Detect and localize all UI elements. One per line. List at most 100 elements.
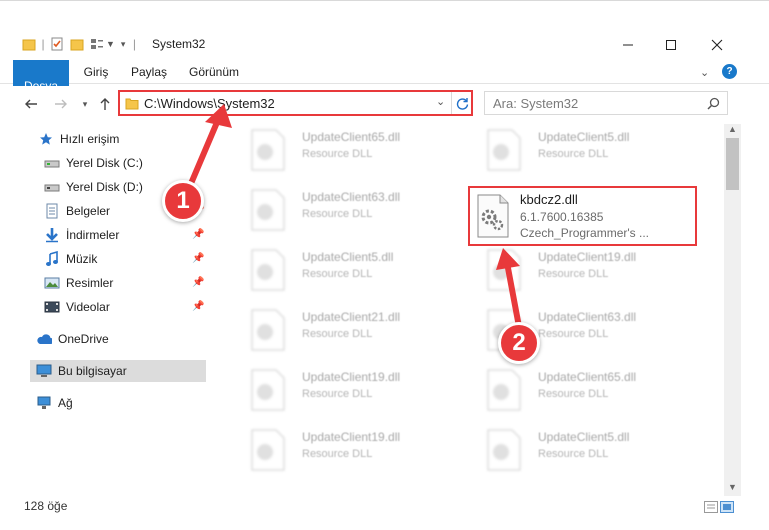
nav-item-videos[interactable]: Videolar	[44, 296, 194, 318]
pin-icon[interactable]: 📌	[192, 253, 204, 264]
nav-item-label: Ağ	[58, 396, 73, 410]
dll-file-icon	[477, 194, 509, 238]
network-icon	[36, 395, 52, 411]
drive-icon	[44, 155, 60, 171]
file-type: Resource DLL	[538, 388, 609, 400]
nav-item-downloads[interactable]: İndirmeler	[44, 224, 194, 246]
vertical-scrollbar[interactable]: ▲ ▼	[724, 124, 741, 496]
cloud-icon	[36, 331, 52, 347]
separator: |	[41, 37, 45, 51]
list-item[interactable]: UpdateClient65.dll Resource DLL	[466, 364, 696, 416]
search-placeholder: Ara: System32	[493, 96, 579, 111]
file-description: Czech_Programmer's ...	[520, 226, 649, 240]
address-path: C:\Windows\System32	[144, 96, 275, 111]
pin-icon[interactable]: 📌	[192, 229, 204, 240]
file-version: 6.1.7600.16385	[520, 210, 604, 224]
nav-item-onedrive[interactable]: OneDrive	[36, 328, 196, 350]
search-icon[interactable]	[707, 97, 720, 110]
list-item[interactable]: UpdateClient21.dll Resource DLL	[230, 304, 460, 356]
refresh-icon[interactable]	[456, 97, 469, 110]
tab-share[interactable]: Paylaş	[126, 60, 172, 84]
dll-file-icon	[487, 429, 521, 471]
folder-icon	[22, 39, 36, 51]
dll-file-icon	[251, 249, 285, 291]
file-type: Resource DLL	[302, 448, 373, 460]
scrollbar-thumb[interactable]	[726, 138, 739, 190]
nav-item-network[interactable]: Ağ	[36, 392, 196, 414]
nav-item-music[interactable]: Müzik	[44, 248, 194, 270]
nav-item-label: Yerel Disk (D:)	[66, 180, 143, 194]
pin-icon[interactable]: 📌	[192, 277, 204, 288]
list-item[interactable]: UpdateClient19.dll Resource DLL	[230, 424, 460, 476]
pin-icon[interactable]: 📌	[192, 301, 204, 312]
scroll-up-icon[interactable]: ▲	[728, 124, 737, 134]
pictures-icon	[44, 275, 60, 291]
nav-item-quick-access[interactable]: Hızlı erişim	[38, 128, 198, 150]
tab-home[interactable]: Giriş	[76, 60, 116, 84]
list-item[interactable]: UpdateClient65.dll Resource DLL	[230, 124, 460, 176]
search-box[interactable]: Ara: System32	[484, 91, 728, 115]
file-type: Resource DLL	[302, 148, 373, 160]
file-name: UpdateClient5.dll	[538, 130, 630, 144]
details-view-icon[interactable]	[704, 501, 718, 513]
view-icon[interactable]	[90, 37, 104, 51]
window-title: System32	[152, 37, 206, 51]
maximize-button[interactable]	[648, 30, 694, 60]
file-name: UpdateClient5.dll	[538, 430, 630, 444]
divider	[451, 92, 452, 114]
list-item[interactable]: UpdateClient5.dll Resource DLL	[466, 424, 696, 476]
up-button[interactable]	[96, 95, 114, 113]
list-item[interactable]: UpdateClient63.dll Resource DLL	[230, 184, 460, 236]
title-bar	[0, 0, 769, 30]
nav-item-this-pc[interactable]: Bu bilgisayar	[30, 360, 206, 382]
close-button[interactable]	[694, 30, 740, 60]
arrow-up-icon	[100, 98, 110, 110]
file-name: UpdateClient19.dll	[302, 430, 401, 444]
new-folder-icon[interactable]	[70, 37, 84, 51]
address-dropdown-icon[interactable]: ⌄	[436, 95, 445, 108]
minimize-button[interactable]	[605, 30, 651, 60]
music-icon	[44, 251, 60, 267]
file-name: UpdateClient19.dll	[538, 250, 637, 264]
nav-item-label: Videolar	[66, 300, 110, 314]
nav-item-label: Bu bilgisayar	[58, 364, 127, 378]
file-name: kbdcz2.dll	[520, 192, 578, 207]
customize-toolbar-icon[interactable]: ▾	[121, 39, 126, 50]
address-bar[interactable]: C:\Windows\System32 ⌄	[118, 90, 473, 116]
file-name: UpdateClient19.dll	[302, 370, 401, 384]
large-icons-view-icon[interactable]	[720, 501, 734, 513]
step-badge-2: 2	[498, 322, 540, 364]
nav-item-pictures[interactable]: Resimler	[44, 272, 194, 294]
ribbon-expand-icon[interactable]: ⌄	[700, 66, 709, 79]
separator: |	[132, 37, 137, 51]
step-badge-1: 1	[162, 180, 204, 222]
help-icon[interactable]: ?	[722, 64, 737, 79]
drive-icon	[44, 179, 60, 195]
arrow-left-icon	[25, 99, 37, 109]
scroll-down-icon[interactable]: ▼	[728, 482, 737, 492]
dll-file-icon	[251, 129, 285, 171]
nav-item-label: OneDrive	[58, 332, 109, 346]
star-icon	[38, 131, 54, 147]
back-button[interactable]	[22, 95, 40, 113]
forward-button[interactable]	[52, 95, 70, 113]
file-name: UpdateClient21.dll	[302, 310, 401, 324]
tab-view[interactable]: Görünüm	[184, 60, 244, 84]
file-type: Resource DLL	[302, 328, 373, 340]
folder-icon	[125, 98, 139, 110]
list-item[interactable]: UpdateClient5.dll Resource DLL	[230, 244, 460, 296]
list-item[interactable]: UpdateClient5.dll Resource DLL	[466, 124, 696, 176]
nav-item-disk-c[interactable]: Yerel Disk (C:)	[44, 152, 194, 174]
navigation-pane: Hızlı erişim Yerel Disk (C:) Yerel Disk …	[0, 124, 206, 496]
dll-file-icon	[251, 309, 285, 351]
arrow-right-icon	[55, 99, 67, 109]
computer-icon	[36, 363, 52, 379]
highlighted-file[interactable]: kbdcz2.dll 6.1.7600.16385 Czech_Programm…	[468, 186, 697, 246]
dll-file-icon	[487, 129, 521, 171]
recent-locations-icon[interactable]: ▾	[76, 95, 94, 113]
list-item[interactable]: UpdateClient19.dll Resource DLL	[466, 244, 696, 296]
documents-icon	[44, 203, 60, 219]
chevron-down-icon[interactable]: ▼	[106, 39, 115, 49]
list-item[interactable]: UpdateClient19.dll Resource DLL	[230, 364, 460, 416]
properties-icon[interactable]	[50, 37, 64, 51]
